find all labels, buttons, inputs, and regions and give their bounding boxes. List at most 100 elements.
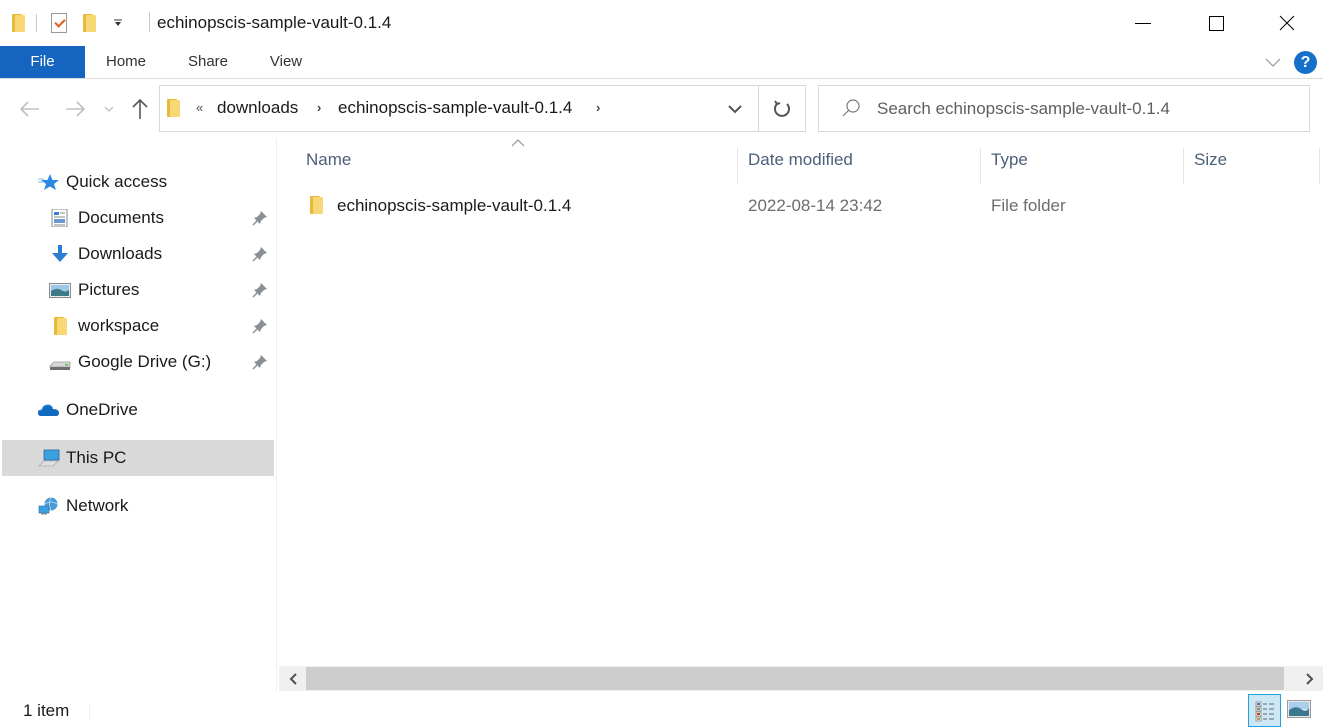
sidebar-item-pictures[interactable]: Pictures xyxy=(2,272,274,308)
chevron-down-icon xyxy=(1265,58,1281,67)
refresh-icon xyxy=(774,99,790,117)
breadcrumb-downloads[interactable]: downloads xyxy=(217,98,298,118)
sidebar-item-label: Network xyxy=(66,496,129,515)
chevron-down-icon xyxy=(104,106,114,112)
chevron-left-icon xyxy=(289,672,297,685)
folder-icon xyxy=(54,317,76,335)
minimize-icon xyxy=(1135,22,1151,24)
status-bar: 1 item xyxy=(0,691,1323,728)
column-header-size[interactable]: Size xyxy=(1184,148,1320,184)
file-list: Name Date modified Type Size echinopscis… xyxy=(277,138,1323,666)
arrow-up-icon xyxy=(132,98,148,119)
toolbar-divider xyxy=(36,14,37,32)
pin-icon[interactable] xyxy=(252,318,268,334)
network-icon xyxy=(38,497,58,515)
minimize-button[interactable] xyxy=(1120,0,1166,46)
maximize-button[interactable] xyxy=(1193,0,1239,46)
sidebar-item-label: Downloads xyxy=(78,244,163,263)
maximize-icon xyxy=(1208,15,1224,31)
tab-file[interactable]: File xyxy=(0,46,85,78)
navigation-pane: Quick access Documents Downloads Picture… xyxy=(0,138,277,691)
recent-locations-button[interactable] xyxy=(102,96,116,122)
window-title: echinopscis-sample-vault-0.1.4 xyxy=(157,13,392,32)
folder-icon xyxy=(12,14,26,32)
sort-ascending-icon xyxy=(511,139,525,147)
close-icon xyxy=(1279,15,1295,31)
computer-icon xyxy=(38,449,60,467)
file-date-modified: 2022-08-14 23:42 xyxy=(748,196,883,215)
sidebar-item-onedrive[interactable]: OneDrive xyxy=(2,392,274,428)
search-box[interactable] xyxy=(818,85,1310,132)
up-button[interactable] xyxy=(128,96,152,122)
properties-icon[interactable] xyxy=(51,13,67,33)
chevron-down-icon xyxy=(728,105,742,114)
file-row[interactable]: echinopscis-sample-vault-0.1.4 2022-08-1… xyxy=(300,190,1300,222)
tab-home[interactable]: Home xyxy=(95,46,157,78)
breadcrumb-separator[interactable]: › xyxy=(317,100,321,115)
file-type: File folder xyxy=(991,196,1066,215)
large-icons-view-button[interactable] xyxy=(1286,696,1312,722)
cloud-icon xyxy=(38,404,59,416)
help-button[interactable]: ? xyxy=(1294,51,1317,74)
sidebar-item-label: Quick access xyxy=(66,172,168,191)
pin-icon[interactable] xyxy=(252,246,268,262)
item-count: 1 item xyxy=(23,701,70,720)
horizontal-scrollbar[interactable] xyxy=(279,666,1323,691)
chevron-right-icon xyxy=(1305,672,1313,685)
pin-icon[interactable] xyxy=(252,354,268,370)
pin-icon[interactable] xyxy=(252,210,268,226)
back-button[interactable] xyxy=(18,96,42,122)
sidebar-item-label: Google Drive (G:) xyxy=(78,352,212,371)
documents-icon xyxy=(51,209,68,227)
file-name[interactable]: echinopscis-sample-vault-0.1.4 xyxy=(337,196,571,216)
forward-button[interactable] xyxy=(63,96,87,122)
downloads-icon xyxy=(52,245,68,262)
refresh-button[interactable] xyxy=(759,86,805,131)
sidebar-item-downloads[interactable]: Downloads xyxy=(2,236,274,272)
sidebar-item-google-drive[interactable]: Google Drive (G:) xyxy=(2,344,274,380)
scroll-left-button[interactable] xyxy=(279,666,306,691)
column-header-date-modified[interactable]: Date modified xyxy=(738,148,981,184)
pin-icon[interactable] xyxy=(252,282,268,298)
address-history-dropdown[interactable] xyxy=(726,100,744,118)
sidebar-item-label: Pictures xyxy=(78,280,140,299)
column-header-name[interactable]: Name xyxy=(296,148,738,184)
arrow-right-icon xyxy=(66,101,86,117)
status-divider xyxy=(89,703,90,721)
scroll-right-button[interactable] xyxy=(1296,666,1323,691)
navigation-bar: « downloads › echinopscis-sample-vault-0… xyxy=(0,80,1323,138)
sidebar-item-this-pc[interactable]: This PC xyxy=(2,440,274,476)
new-folder-icon[interactable] xyxy=(83,14,97,32)
sidebar-item-workspace[interactable]: workspace xyxy=(2,308,274,344)
column-header-type[interactable]: Type xyxy=(981,148,1184,184)
sidebar-item-label: This PC xyxy=(66,448,127,467)
details-view-button[interactable] xyxy=(1248,694,1281,727)
sidebar-item-label: workspace xyxy=(78,316,160,335)
folder-icon xyxy=(310,196,324,214)
breadcrumb-current-folder[interactable]: echinopscis-sample-vault-0.1.4 xyxy=(338,98,572,118)
search-icon xyxy=(842,99,860,117)
close-button[interactable] xyxy=(1264,0,1310,46)
sidebar-item-label: OneDrive xyxy=(66,400,138,419)
ribbon: File Home Share View ? xyxy=(0,46,1323,79)
scrollbar-thumb[interactable] xyxy=(306,667,1284,690)
quick-access-toolbar xyxy=(12,10,125,36)
breadcrumb-overflow[interactable]: « xyxy=(196,100,203,115)
breadcrumb-separator[interactable]: › xyxy=(596,100,600,115)
pictures-icon xyxy=(49,283,71,298)
tab-share[interactable]: Share xyxy=(178,46,238,78)
arrow-left-icon xyxy=(19,101,39,117)
large-icons-view-icon xyxy=(1287,700,1311,718)
customize-dropdown-icon[interactable] xyxy=(111,16,125,31)
address-bar[interactable]: « downloads › echinopscis-sample-vault-0… xyxy=(159,85,806,132)
drive-icon xyxy=(49,361,71,370)
expand-ribbon-button[interactable] xyxy=(1263,54,1283,70)
sidebar-item-documents[interactable]: Documents xyxy=(2,200,274,236)
sidebar-item-label: Documents xyxy=(78,208,164,227)
search-input[interactable] xyxy=(877,94,1297,124)
sidebar-item-network[interactable]: Network xyxy=(2,488,274,524)
folder-icon xyxy=(167,99,181,117)
sidebar-item-quick-access[interactable]: Quick access xyxy=(2,164,274,200)
star-icon xyxy=(38,174,59,190)
tab-view[interactable]: View xyxy=(259,46,313,78)
